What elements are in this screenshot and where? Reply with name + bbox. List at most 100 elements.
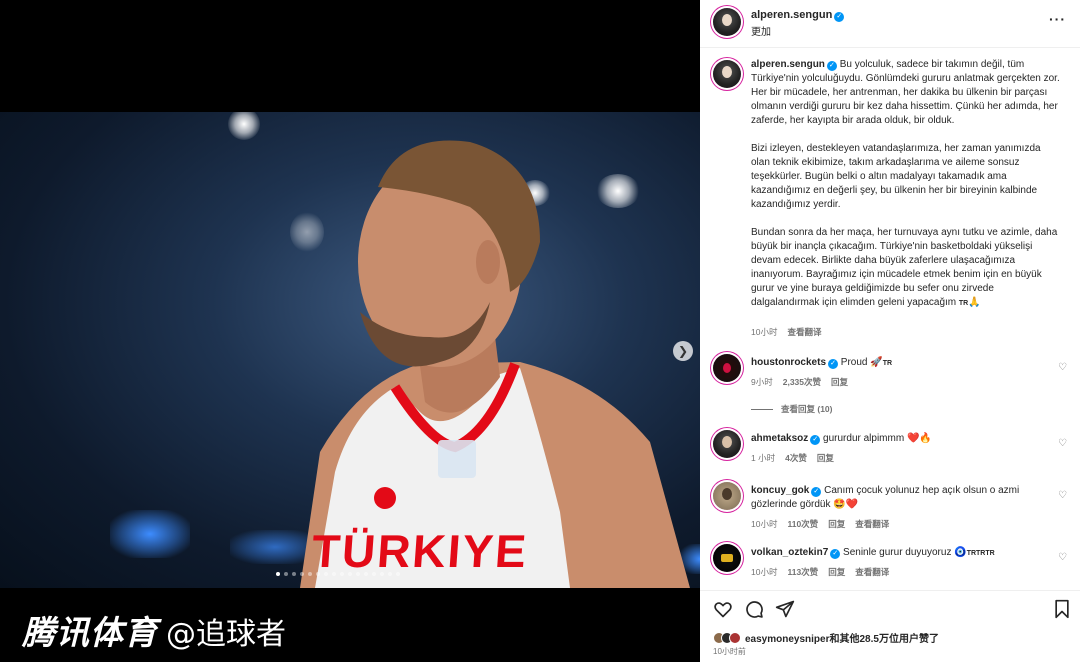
likes-summary-text: easymoneysniper和其他28.5万位用户赞了 xyxy=(745,634,939,645)
carousel-dot[interactable] xyxy=(324,572,328,576)
post-timestamp: 10小时前 xyxy=(713,647,746,656)
comment-icon[interactable] xyxy=(744,599,764,619)
player-illustration xyxy=(300,140,690,588)
caption-time: 10小时 xyxy=(751,327,778,337)
comment-likes[interactable]: 110次赞 xyxy=(787,518,818,530)
carousel-dot[interactable] xyxy=(364,572,368,576)
author-username[interactable]: alperen.sengun ✓ xyxy=(751,9,845,22)
carousel-dot[interactable] xyxy=(396,572,400,576)
translate-link[interactable]: 查看翻译 xyxy=(855,518,889,530)
evil-eye-emoji: 🧿 xyxy=(954,547,967,558)
liker-avatar xyxy=(729,631,741,644)
comment-likes[interactable]: 113次赞 xyxy=(787,566,818,578)
carousel-dot[interactable] xyxy=(276,572,280,576)
watermark: 腾讯体育 @追球者 xyxy=(22,606,286,654)
verified-icon: ✓ xyxy=(834,12,845,22)
pray-emoji: 🙏 xyxy=(968,297,981,308)
avatar[interactable] xyxy=(713,354,741,382)
reply-button[interactable]: 回复 xyxy=(817,452,834,464)
carousel-dot[interactable] xyxy=(308,572,312,576)
follow-label[interactable]: 更加 xyxy=(751,23,771,38)
view-replies-button[interactable]: 查看回复 (10) xyxy=(751,403,832,415)
comment-username-text: koncuy_gok xyxy=(751,485,810,496)
comment-text: ahmetaksoz ✓ gururdur alpimmm ❤️🔥 xyxy=(751,432,1061,446)
comment-username[interactable]: volkan_oztekin7 ✓ xyxy=(751,547,841,559)
flag-tag: TRTRTR xyxy=(966,550,995,557)
post-panel: alperen.sengun ✓ 更加 ··· alperen.sengun ✓ B… xyxy=(700,0,1080,662)
caption-paragraph: Bizi izleyen, destekleyen vatandaşlarımı… xyxy=(751,143,1041,210)
carousel-dot[interactable] xyxy=(332,572,336,576)
comment-likes[interactable]: 2,335次赞 xyxy=(783,376,821,388)
comment-time: 9小时 xyxy=(751,377,773,387)
verified-icon: ✓ xyxy=(830,549,841,559)
heart-icon[interactable]: ♡ xyxy=(1058,362,1067,373)
post-photo: TÜRKIYE xyxy=(0,112,700,588)
verified-icon: ✓ xyxy=(828,359,839,369)
carousel-dots xyxy=(276,572,400,576)
comments-scroll[interactable]: alperen.sengun ✓ Bu yolculuk, sadece bir … xyxy=(700,48,1080,590)
translate-link[interactable]: 查看翻译 xyxy=(787,326,821,338)
next-slide-button[interactable]: ❯ xyxy=(673,341,693,361)
heart-icon[interactable]: ♡ xyxy=(1058,490,1067,501)
comment-username[interactable]: ahmetaksoz ✓ xyxy=(751,433,821,445)
comment-body: Proud xyxy=(840,357,868,368)
share-icon[interactable] xyxy=(775,599,795,619)
chevron-right-icon: ❯ xyxy=(677,344,689,358)
watermark-user: @追球者 xyxy=(166,617,286,652)
watermark-brand: 腾讯体育 xyxy=(22,613,158,652)
comment-username-text: houstonrockets xyxy=(751,357,827,368)
comment-meta: 10小时 110次赞 回复 查看翻译 xyxy=(751,518,889,530)
heart-icon[interactable] xyxy=(713,599,733,619)
comment-text: koncuy_gok ✓ Canım çocuk yolunuz hep açık… xyxy=(751,484,1061,512)
caption-paragraph: alperen.sengun ✓ Bu yolculuk, sadece bir … xyxy=(751,58,1061,128)
reply-button[interactable]: 回复 xyxy=(828,518,845,530)
carousel-dot[interactable] xyxy=(292,572,296,576)
divider-line xyxy=(751,408,773,410)
comment-meta: 9小时 2,335次赞 回复 xyxy=(751,376,848,388)
author-username-text: alperen.sengun xyxy=(751,9,833,21)
carousel-dot[interactable] xyxy=(316,572,320,576)
comment-text: houstonrockets ✓ Proud 🚀TR xyxy=(751,356,1061,371)
translate-link[interactable]: 查看翻译 xyxy=(855,566,889,578)
comment-username[interactable]: koncuy_gok ✓ xyxy=(751,485,822,497)
post-header: alperen.sengun ✓ 更加 ··· xyxy=(700,0,1080,48)
comment-likes[interactable]: 4次赞 xyxy=(785,452,807,464)
media-viewer: TÜRKIYE ❯ 腾讯体育 @追球者 xyxy=(0,0,700,662)
carousel-dot[interactable] xyxy=(284,572,288,576)
flag-tag: TR xyxy=(958,300,969,307)
carousel-dot[interactable] xyxy=(348,572,352,576)
heart-icon[interactable]: ♡ xyxy=(1058,552,1067,563)
comment-body: Seninle gurur duyuyoruz xyxy=(843,547,952,558)
flag-tag: TR xyxy=(882,360,893,367)
heart-fire-emoji: ❤️🔥 xyxy=(906,433,932,444)
comment-time: 1 小时 xyxy=(751,453,776,463)
comment-text: volkan_oztekin7 ✓ Seninle gurur duyuyoruz… xyxy=(751,546,1061,561)
avatar[interactable] xyxy=(713,8,741,36)
comment-body: gururdur alpimmm xyxy=(823,433,905,444)
caption-username-text: alperen.sengun xyxy=(751,59,825,70)
bookmark-icon[interactable] xyxy=(1052,599,1072,619)
caption-text: alperen.sengun ✓ Bu yolculuk, sadece bir … xyxy=(751,58,1061,311)
comment-username[interactable]: houstonrockets ✓ xyxy=(751,357,839,369)
carousel-dot[interactable] xyxy=(300,572,304,576)
reply-button[interactable]: 回复 xyxy=(828,566,845,578)
carousel-dot[interactable] xyxy=(356,572,360,576)
likes-summary[interactable]: easymoneysniper和其他28.5万位用户赞了 xyxy=(713,630,939,645)
avatar[interactable] xyxy=(713,430,741,458)
rocket-emoji: 🚀 xyxy=(870,357,883,368)
more-horizontal-icon[interactable]: ··· xyxy=(1049,11,1066,27)
carousel-dot[interactable] xyxy=(380,572,384,576)
carousel-dot[interactable] xyxy=(372,572,376,576)
comment-username-text: volkan_oztekin7 xyxy=(751,547,829,558)
caption-paragraph: Bundan sonra da her maça, her turnuvaya … xyxy=(751,226,1061,311)
reply-button[interactable]: 回复 xyxy=(831,376,848,388)
action-bar: easymoneysniper和其他28.5万位用户赞了 10小时前 xyxy=(700,590,1080,662)
avatar[interactable] xyxy=(713,60,741,88)
carousel-dot[interactable] xyxy=(388,572,392,576)
carousel-dot[interactable] xyxy=(340,572,344,576)
avatar[interactable] xyxy=(713,544,741,572)
verified-icon: ✓ xyxy=(826,61,837,71)
heart-icon[interactable]: ♡ xyxy=(1058,438,1067,449)
avatar[interactable] xyxy=(713,482,741,510)
caption-username[interactable]: alperen.sengun ✓ xyxy=(751,59,837,71)
